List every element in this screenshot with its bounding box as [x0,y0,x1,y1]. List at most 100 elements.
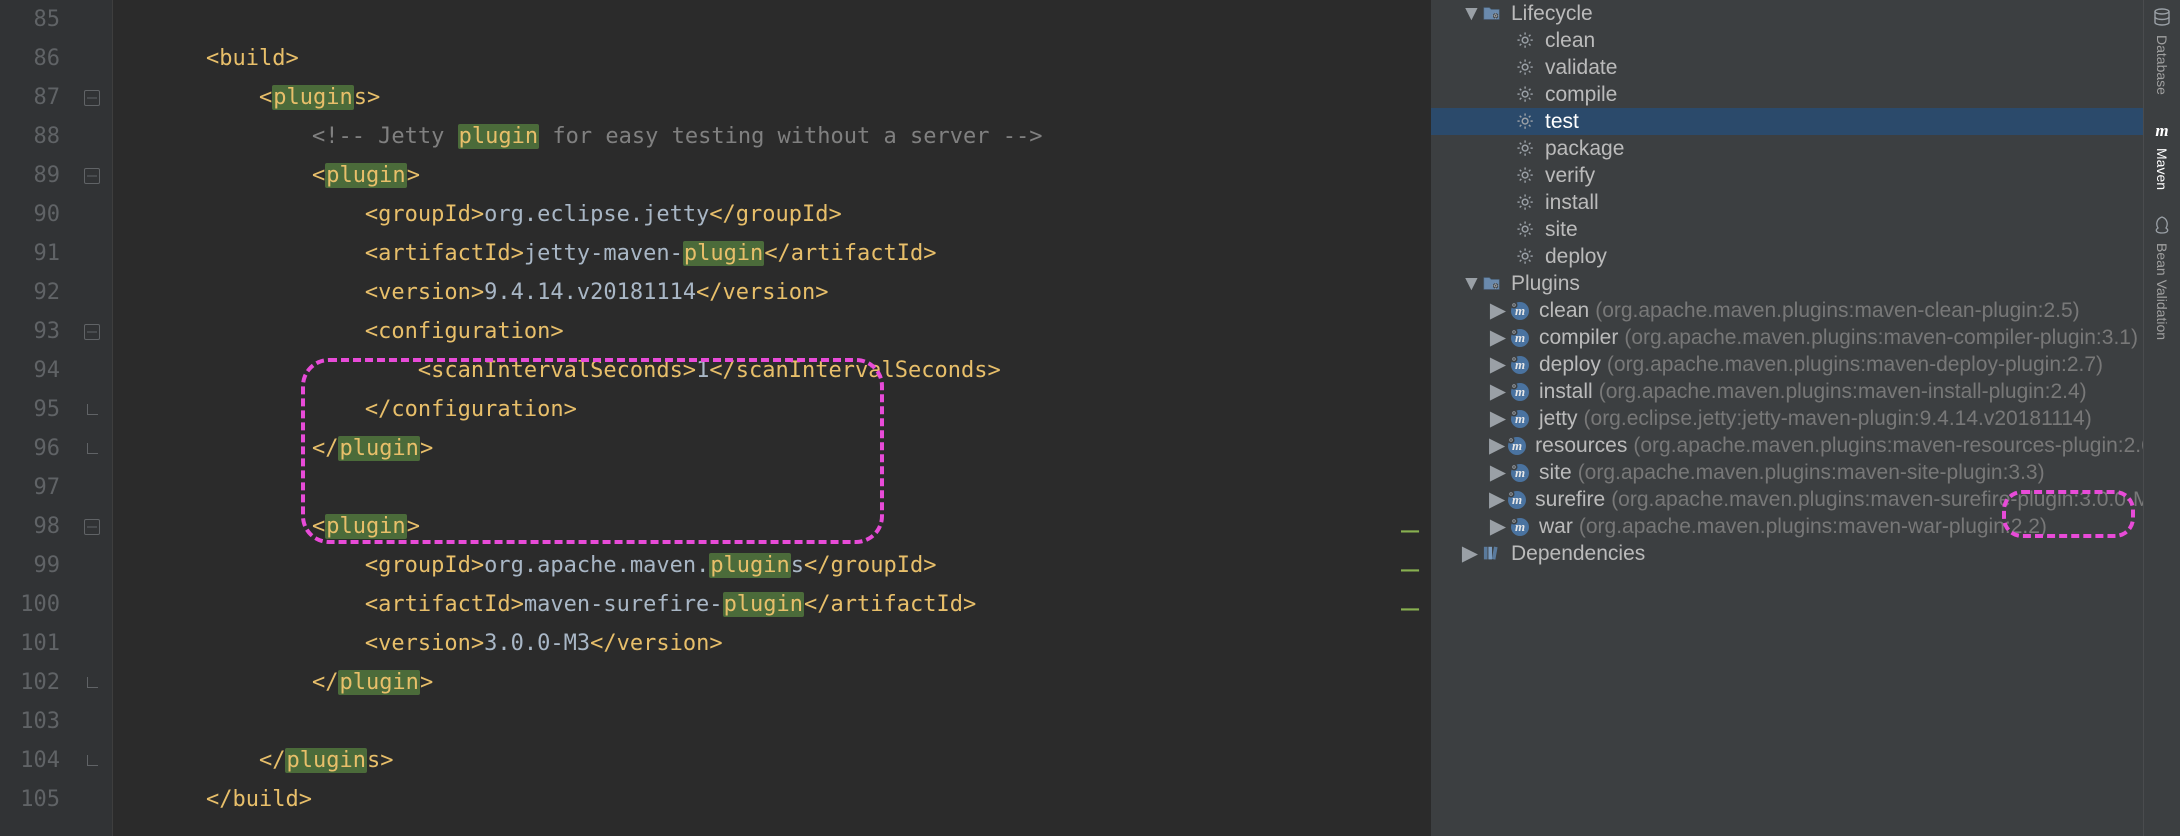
lifecycle-item-clean[interactable]: clean [1431,27,2143,54]
code-line[interactable]: <artifactId>maven-surefire-plugin</artif… [113,585,1431,624]
code-line[interactable]: </configuration> [113,390,1431,429]
lifecycle-item-compile[interactable]: compile [1431,81,2143,108]
plugin-item-surefire[interactable]: ▶surefire(org.apache.maven.plugins:maven… [1431,486,2143,513]
tree-expand-closed-icon[interactable]: ▶ [1489,297,1507,324]
tree-detail: (org.apache.maven.plugins:maven-deploy-p… [1607,351,2103,378]
lifecycle-item-test[interactable]: test [1431,108,2143,135]
plugin-item-resources[interactable]: ▶resources(org.apache.maven.plugins:mave… [1431,432,2143,459]
line-number: 89 [0,156,72,195]
fold-collapse-icon[interactable] [84,324,100,340]
tree-expand-closed-icon[interactable]: ▶ [1489,432,1505,459]
tree-node-plugins[interactable]: ▼Plugins [1431,270,2143,297]
code-line[interactable]: </plugins> [113,741,1431,780]
fold-slot [72,234,112,273]
fold-collapse-icon[interactable] [84,90,100,106]
gear-icon [1515,138,1537,160]
line-number: 100 [0,585,72,624]
plugin-item-deploy[interactable]: ▶deploy(org.apache.maven.plugins:maven-d… [1431,351,2143,378]
fold-slot [72,429,112,468]
code-line[interactable]: </plugin> [113,663,1431,702]
fold-slot [72,624,112,663]
code-line[interactable]: <configuration> [113,312,1431,351]
tree-detail: (org.apache.maven.plugins:maven-resource… [1633,432,2143,459]
line-number: 104 [0,741,72,780]
tree-expand-closed-icon[interactable]: ▶ [1489,459,1507,486]
line-number: 101 [0,624,72,663]
tree-node-dependencies[interactable]: ▶ Dependencies [1431,540,2143,567]
tree-label: Lifecycle [1511,0,1593,27]
line-number: 86 [0,39,72,78]
lifecycle-item-validate[interactable]: validate [1431,54,2143,81]
lifecycle-item-verify[interactable]: verify [1431,162,2143,189]
plugin-item-install[interactable]: ▶install(org.apache.maven.plugins:maven-… [1431,378,2143,405]
tree-expand-open-icon[interactable]: ▼ [1461,270,1479,297]
code-line[interactable]: </plugin> [113,429,1431,468]
lifecycle-item-deploy[interactable]: deploy [1431,243,2143,270]
plugin-item-jetty[interactable]: ▶jetty(org.eclipse.jetty:jetty-maven-plu… [1431,405,2143,432]
tree-label: install [1539,378,1593,405]
maven-plugin-icon [1507,435,1527,457]
tree-label: Dependencies [1511,540,1645,567]
toolwindow-tab-label: Database [2154,35,2170,95]
plugin-item-war[interactable]: ▶war(org.apache.maven.plugins:maven-war-… [1431,513,2143,540]
lifecycle-item-site[interactable]: site [1431,216,2143,243]
code-line[interactable]: <version>9.4.14.v20181114</version> [113,273,1431,312]
maven-tool-window[interactable]: ▼ Lifecyclecleanvalidatecompiletestpackag… [1431,0,2143,836]
lifecycle-item-package[interactable]: package [1431,135,2143,162]
code-line[interactable]: <plugins> [113,78,1431,117]
tree-expand-closed-icon[interactable]: ▶ [1489,324,1507,351]
line-number: 87 [0,78,72,117]
maven-plugin-icon [1509,354,1531,376]
tree-expand-closed-icon[interactable]: ▶ [1489,513,1507,540]
code-line[interactable]: <groupId>org.eclipse.jetty</groupId> [113,195,1431,234]
code-line[interactable]: </build> [113,780,1431,819]
line-number: 98 [0,507,72,546]
bean-icon [2153,216,2171,237]
gear-icon [1515,219,1537,241]
code-line[interactable]: <build> [113,39,1431,78]
gear-icon [1515,165,1537,187]
toolwindow-tab-bean-validation[interactable]: Bean Validation [2153,216,2171,340]
fold-collapse-icon[interactable] [84,519,100,535]
code-line[interactable]: <version>3.0.0-M3</version> [113,624,1431,663]
fold-end-icon [87,677,98,688]
code-line[interactable]: <!-- Jetty plugin for easy testing witho… [113,117,1431,156]
code-line[interactable] [113,468,1431,507]
tree-expand-closed-icon[interactable]: ▶ [1489,378,1507,405]
fold-slot [72,702,112,741]
tree-expand-closed-icon[interactable]: ▶ [1461,540,1479,567]
tree-detail: (org.apache.maven.plugins:maven-compiler… [1624,324,2138,351]
fold-end-icon [87,404,98,415]
code-line[interactable]: <scanIntervalSeconds>1</scanIntervalSeco… [113,351,1431,390]
library-icon [1481,543,1503,565]
code-line[interactable]: <plugin> [113,507,1431,546]
plugin-item-compiler[interactable]: ▶compiler(org.apache.maven.plugins:maven… [1431,324,2143,351]
code-line[interactable] [113,0,1431,39]
tree-detail: (org.eclipse.jetty:jetty-maven-plugin:9.… [1584,405,2092,432]
tree-expand-open-icon[interactable]: ▼ [1461,0,1479,27]
maven-plugin-icon [1509,516,1531,538]
tree-label: validate [1545,54,1617,81]
tree-label: verify [1545,162,1595,189]
tree-node-lifecycle[interactable]: ▼ Lifecycle [1431,0,2143,27]
lifecycle-item-install[interactable]: install [1431,189,2143,216]
tree-expand-closed-icon[interactable]: ▶ [1489,486,1505,513]
tree-expand-closed-icon[interactable]: ▶ [1489,405,1507,432]
code-line[interactable]: <plugin> [113,156,1431,195]
toolwindow-tab-database[interactable]: Database [2153,8,2171,95]
tree-expand-closed-icon[interactable]: ▶ [1489,351,1507,378]
plugin-item-site[interactable]: ▶site(org.apache.maven.plugins:maven-sit… [1431,459,2143,486]
tree-label: package [1545,135,1624,162]
toolwindow-tab-maven[interactable]: Maven [2153,121,2171,190]
fold-slot [72,39,112,78]
fold-collapse-icon[interactable] [84,168,100,184]
fold-end-icon [87,443,98,454]
line-number: 103 [0,702,72,741]
fold-slot [72,390,112,429]
code-line[interactable]: <groupId>org.apache.maven.plugins</group… [113,546,1431,585]
code-line[interactable]: <artifactId>jetty-maven-plugin</artifact… [113,234,1431,273]
code-line[interactable] [113,702,1431,741]
code-editor[interactable]: <build> <plugins> <!-- Jetty plugin for … [113,0,1431,836]
diff-add-marker: — [1401,513,1419,548]
plugin-item-clean[interactable]: ▶clean(org.apache.maven.plugins:maven-cl… [1431,297,2143,324]
